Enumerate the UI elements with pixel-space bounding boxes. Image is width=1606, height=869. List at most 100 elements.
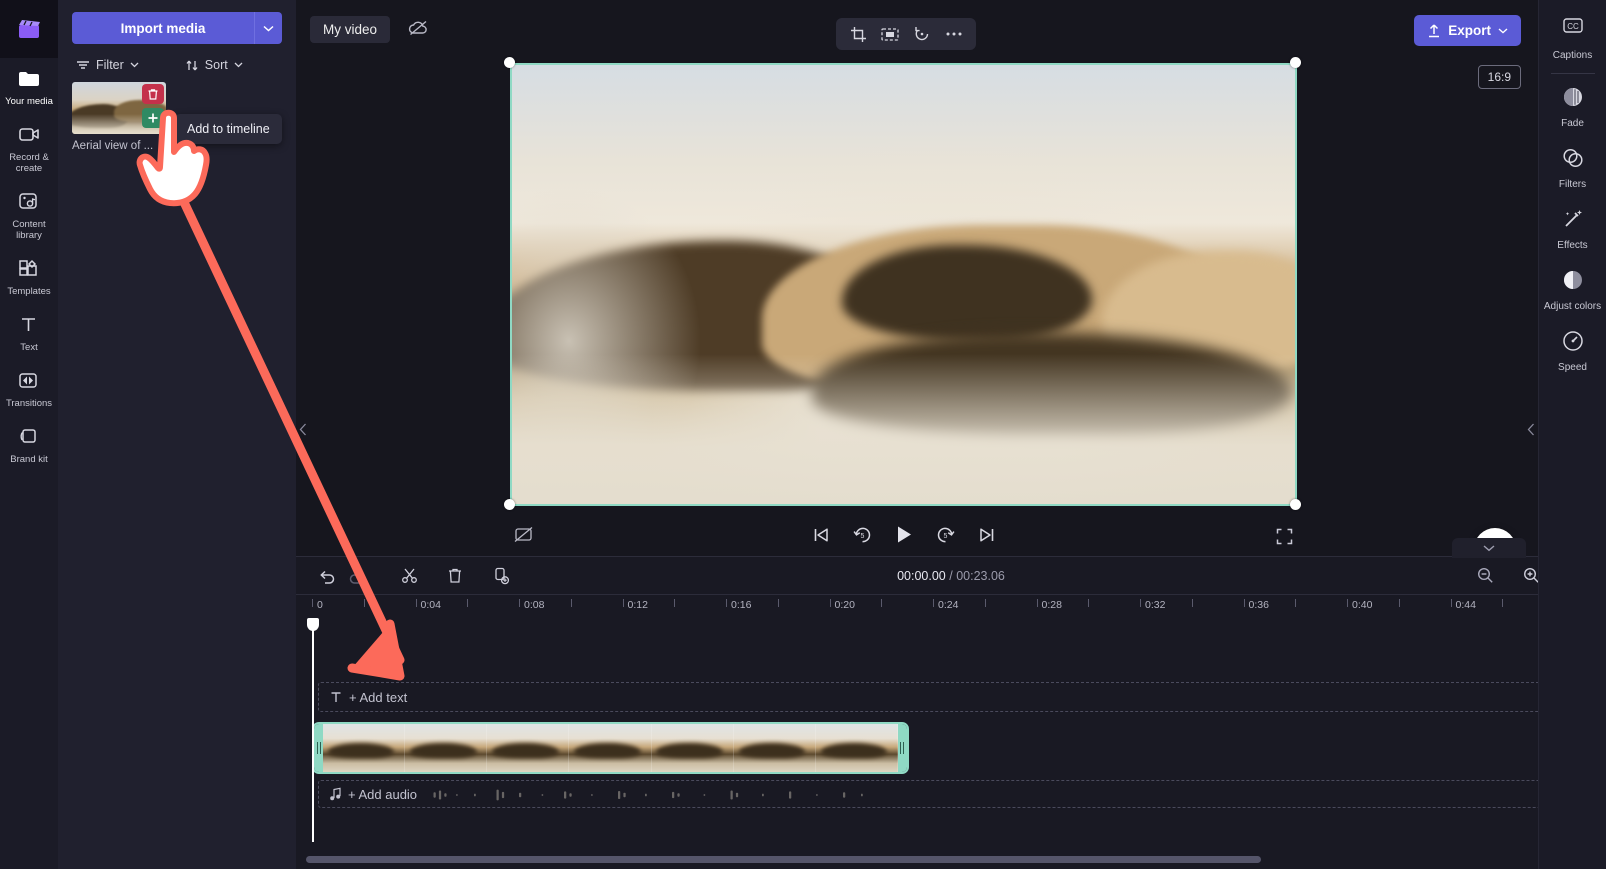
ruler-tick-label: 0:24 xyxy=(938,599,958,611)
cloud-off-icon[interactable] xyxy=(408,20,429,41)
import-media-dropdown-button[interactable] xyxy=(254,12,282,44)
ruler-tick xyxy=(312,599,313,607)
skip-to-start-button[interactable] xyxy=(811,526,830,544)
svg-text:5: 5 xyxy=(860,533,864,540)
media-items-grid: Aerial view of ... Add to timeline xyxy=(58,82,296,152)
rail-item-fade[interactable]: Fade xyxy=(1539,76,1606,137)
sidebar-item-your-media[interactable]: Your media xyxy=(0,58,58,114)
timeline-horizontal-scrollbar[interactable] xyxy=(306,856,1596,863)
timeline-time-display: 00:00.00 / 00:23.06 xyxy=(897,569,1005,583)
ruler-tick xyxy=(1244,599,1245,607)
media-item-card[interactable]: Aerial view of ... xyxy=(72,82,166,152)
more-button[interactable] xyxy=(940,22,968,46)
split-button[interactable] xyxy=(394,563,424,589)
resize-handle-bottom-right[interactable] xyxy=(1290,499,1301,510)
delete-media-button[interactable] xyxy=(142,84,164,104)
templates-grid-icon xyxy=(2,257,56,283)
filter-lines-icon xyxy=(76,59,90,71)
ruler-tick-label: 0:20 xyxy=(835,599,855,611)
sidebar-label: Transitions xyxy=(2,398,56,409)
sidebar-label: Brand kit xyxy=(2,454,56,465)
clip-thumbnail xyxy=(569,724,651,772)
duplicate-button[interactable] xyxy=(486,563,516,589)
fit-button[interactable] xyxy=(876,22,904,46)
collapse-media-panel-button[interactable] xyxy=(296,410,310,448)
chevron-down-icon xyxy=(1483,545,1495,552)
sidebar-item-text[interactable]: Text xyxy=(0,304,58,360)
rail-item-captions[interactable]: CC Captions xyxy=(1539,8,1606,69)
resize-handle-top-left[interactable] xyxy=(504,57,515,68)
media-item-name: Aerial view of ... xyxy=(72,140,166,152)
rail-item-filters[interactable]: Filters xyxy=(1539,137,1606,198)
rail-label: Effects xyxy=(1557,240,1587,251)
video-clip[interactable] xyxy=(312,722,909,774)
crop-button[interactable] xyxy=(844,22,872,46)
rail-item-speed[interactable]: Speed xyxy=(1539,320,1606,381)
collapse-properties-panel-button[interactable] xyxy=(1524,410,1538,448)
timeline-panel: 00:00.00 / 00:23.06 00:040:080:120:160:2… xyxy=(296,556,1606,869)
timeline-collapse-button[interactable] xyxy=(1452,538,1526,558)
scissors-icon xyxy=(401,567,418,584)
rail-divider xyxy=(1551,73,1595,74)
ruler-tick-label: 0:28 xyxy=(1042,599,1062,611)
playhead-handle[interactable] xyxy=(307,618,319,631)
text-track-placeholder[interactable]: + Add text xyxy=(318,682,1546,712)
trim-handle-right[interactable] xyxy=(898,724,907,772)
play-button[interactable] xyxy=(894,524,913,545)
sidebar-item-brand-kit[interactable]: Brand kit xyxy=(0,416,58,472)
rewind-5s-button[interactable]: 5 xyxy=(852,525,872,545)
sidebar-label: Templates xyxy=(2,286,56,297)
current-time: 00:00.00 xyxy=(897,569,946,583)
timeline-ruler[interactable]: 00:040:080:120:160:200:240:280:320:360:4… xyxy=(296,594,1606,618)
chevron-left-icon xyxy=(1527,423,1535,436)
aspect-ratio-badge[interactable]: 16:9 xyxy=(1478,65,1521,89)
ruler-tick-label: 0:32 xyxy=(1145,599,1165,611)
audio-track-placeholder[interactable]: + Add audio xyxy=(318,780,1546,808)
export-button[interactable]: Export xyxy=(1414,15,1521,46)
clip-thumbnail xyxy=(405,724,487,772)
import-media-button[interactable]: Import media xyxy=(72,12,254,44)
sidebar-item-templates[interactable]: Templates xyxy=(0,248,58,304)
skip-to-end-button[interactable] xyxy=(977,526,996,544)
fullscreen-button[interactable] xyxy=(1276,528,1293,550)
video-preview[interactable] xyxy=(510,63,1297,506)
trim-handle-left[interactable] xyxy=(314,724,323,772)
ruler-tick-minor xyxy=(881,599,882,607)
sort-arrows-icon xyxy=(185,59,199,72)
timeline-tracks: + Add text + Add audio xyxy=(296,618,1606,858)
ruler-tick-label: 0 xyxy=(317,599,323,611)
delete-button[interactable] xyxy=(440,563,470,589)
crop-icon xyxy=(850,26,867,43)
app-logo[interactable] xyxy=(0,0,58,58)
timeline-toolbar: 00:00.00 / 00:23.06 xyxy=(296,556,1606,594)
filter-button[interactable]: Filter xyxy=(76,58,139,72)
resize-handle-bottom-left[interactable] xyxy=(504,499,515,510)
ruler-tick-minor xyxy=(985,599,986,607)
undo-button[interactable] xyxy=(312,563,342,589)
project-title[interactable]: My video xyxy=(310,16,390,43)
sidebar-item-record-create[interactable]: Record & create xyxy=(0,114,58,181)
redo-button[interactable] xyxy=(342,563,372,589)
ruler-tick xyxy=(623,599,624,607)
ruler-tick-minor xyxy=(1502,599,1503,607)
sort-button[interactable]: Sort xyxy=(185,58,243,72)
zoom-out-button[interactable] xyxy=(1470,563,1500,589)
playhead[interactable] xyxy=(312,618,314,842)
contrast-icon xyxy=(1542,268,1604,292)
filter-sort-row: Filter Sort xyxy=(58,52,296,82)
resize-handle-top-right[interactable] xyxy=(1290,57,1301,68)
add-to-timeline-button[interactable] xyxy=(142,108,164,128)
more-options-icon xyxy=(945,31,963,37)
rotate-button[interactable] xyxy=(908,22,936,46)
filters-icon xyxy=(1542,146,1604,170)
captions-toggle-button[interactable] xyxy=(514,526,533,548)
rail-item-effects[interactable]: Effects xyxy=(1539,198,1606,259)
undo-icon xyxy=(318,568,336,584)
sidebar-label: Record & create xyxy=(2,152,56,174)
rail-item-adjust-colors[interactable]: Adjust colors xyxy=(1539,259,1606,320)
forward-5s-button[interactable]: 5 xyxy=(935,525,955,545)
sidebar-item-transitions[interactable]: Transitions xyxy=(0,360,58,416)
sidebar-item-content-library[interactable]: Content library xyxy=(0,181,58,248)
ruler-tick xyxy=(933,599,934,607)
svg-text:CC: CC xyxy=(1567,22,1579,31)
